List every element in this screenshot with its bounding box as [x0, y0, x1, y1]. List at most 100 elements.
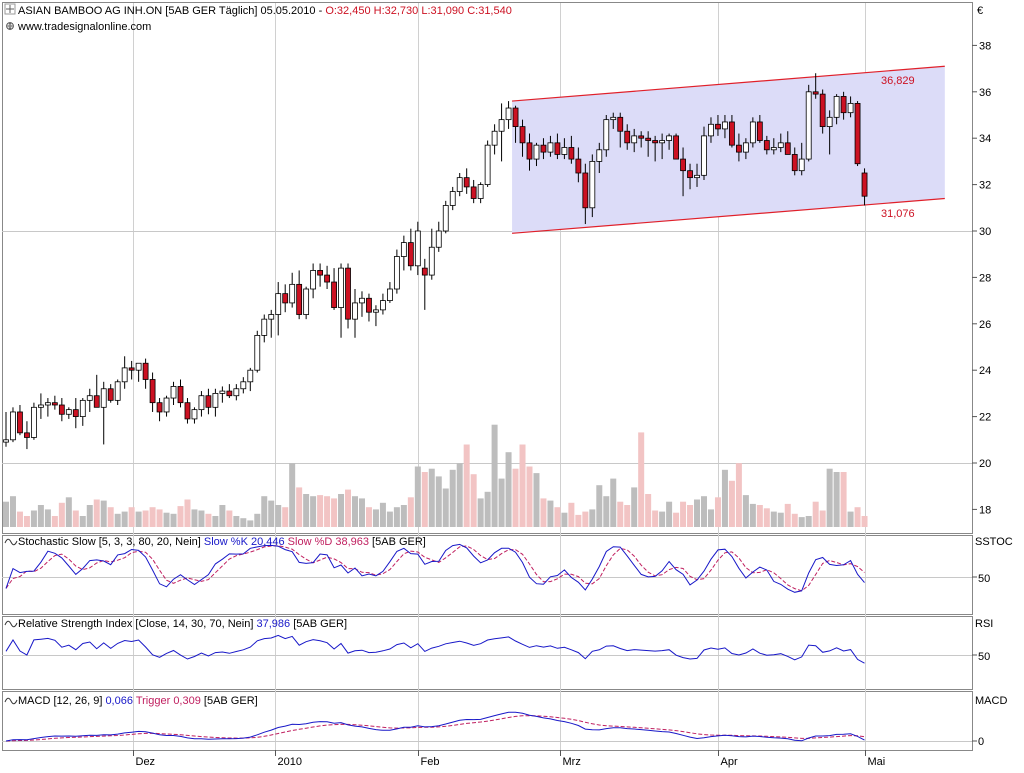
candle-body	[805, 91, 812, 160]
candle-body	[666, 135, 672, 141]
x-tick-label: 2010	[278, 756, 302, 768]
candle-body	[638, 135, 645, 139]
volume-bar	[282, 507, 289, 527]
volume-bar	[784, 503, 791, 527]
candle-body	[742, 142, 749, 153]
candle-body	[701, 135, 707, 176]
volume-bar	[3, 501, 9, 527]
x-tick-label: Feb	[421, 756, 440, 768]
volume-bar	[16, 511, 23, 527]
candle-body	[17, 411, 23, 434]
candle-body	[435, 230, 442, 248]
candle-body	[282, 293, 289, 304]
volume-bar	[861, 516, 868, 527]
candle-body	[498, 119, 505, 132]
volume-bar	[505, 452, 512, 527]
candle-body	[100, 388, 107, 408]
volume-bar	[749, 503, 756, 527]
volume-bar	[414, 466, 421, 527]
candle-body	[428, 246, 435, 276]
candle-body	[596, 149, 603, 162]
volume-bar	[170, 513, 177, 527]
volume-bar	[30, 510, 37, 527]
candle-body	[156, 402, 163, 413]
candle-body	[533, 144, 540, 160]
volume-bar	[742, 495, 749, 527]
candle-body	[386, 288, 393, 302]
candle-body	[135, 362, 142, 371]
candle-body	[477, 184, 484, 199]
volume-bar	[37, 505, 44, 527]
volume-bar	[652, 510, 659, 527]
candle-body	[791, 154, 798, 172]
candle-body	[24, 432, 30, 438]
volume-bar	[603, 496, 610, 527]
candle-body	[65, 409, 72, 415]
candle-body	[414, 230, 421, 267]
chart-svg: Dez 2010 Feb Mrz Apr Mai 18 20 22 24 26 28 30 32 34 36 3…	[2, 2, 1013, 768]
candle-body	[184, 402, 191, 420]
candle-body	[861, 172, 868, 197]
volume-bar	[721, 469, 728, 527]
candle-body	[51, 402, 58, 406]
volume-bar	[268, 500, 275, 527]
candle-body	[400, 242, 407, 257]
volume-bar	[114, 513, 121, 527]
volume-bar	[645, 494, 652, 527]
volume-bar	[624, 505, 631, 527]
candle-body	[289, 283, 296, 304]
volume-bar	[121, 511, 128, 527]
volume-bar	[149, 507, 156, 527]
volume-bar	[352, 496, 358, 527]
volume-bar	[310, 496, 317, 527]
candle-body	[58, 404, 65, 415]
candle-body	[163, 397, 170, 413]
volume-bar	[449, 469, 456, 527]
candle-body	[331, 281, 337, 308]
y-tick-label: 28	[979, 272, 991, 284]
volume-bar	[163, 512, 170, 527]
volume-bar	[519, 444, 526, 527]
candle-body	[44, 402, 51, 406]
volume-bar	[617, 501, 624, 527]
volume-bar	[701, 496, 707, 527]
volume-bar	[554, 507, 561, 527]
candle-body	[219, 390, 226, 394]
candle-body	[840, 96, 847, 114]
volume-bar	[345, 489, 352, 527]
rsi-tick-label: 50	[978, 651, 990, 663]
candle-body	[10, 411, 16, 441]
volume-bar	[477, 498, 484, 527]
candle-body	[86, 395, 93, 401]
volume-bar	[372, 509, 379, 527]
candle-body	[603, 119, 610, 151]
candle-body	[554, 142, 561, 155]
candle-body	[833, 96, 840, 118]
volume-bar	[261, 496, 268, 527]
candle-body	[366, 297, 372, 313]
candle-body	[93, 395, 100, 408]
candle-body	[407, 242, 414, 267]
candle-body	[589, 160, 596, 209]
candle-body	[79, 399, 86, 417]
channel-high-label: 36,829	[881, 75, 915, 87]
candle-body	[680, 158, 686, 172]
volume-bar	[233, 516, 240, 527]
volume-bar	[547, 500, 554, 527]
candle-body	[380, 300, 386, 311]
candle-body	[212, 392, 219, 408]
volume-bar	[561, 512, 568, 527]
volume-bar	[777, 512, 784, 527]
volume-bar	[512, 468, 519, 527]
candle-body	[470, 186, 477, 199]
candle-body	[749, 121, 756, 144]
candle-body	[275, 293, 282, 315]
candle-body	[491, 130, 498, 146]
stoch-tick-label: 50	[978, 573, 990, 585]
volume-bar	[687, 505, 694, 527]
candle-body	[547, 142, 554, 153]
volume-bar	[694, 499, 701, 527]
chart-window: Dez 2010 Feb Mrz Apr Mai 18 20 22 24 26 28 30 32 34 36 3…	[0, 0, 1024, 768]
volume-bar	[756, 505, 763, 527]
volume-bar	[714, 497, 721, 527]
